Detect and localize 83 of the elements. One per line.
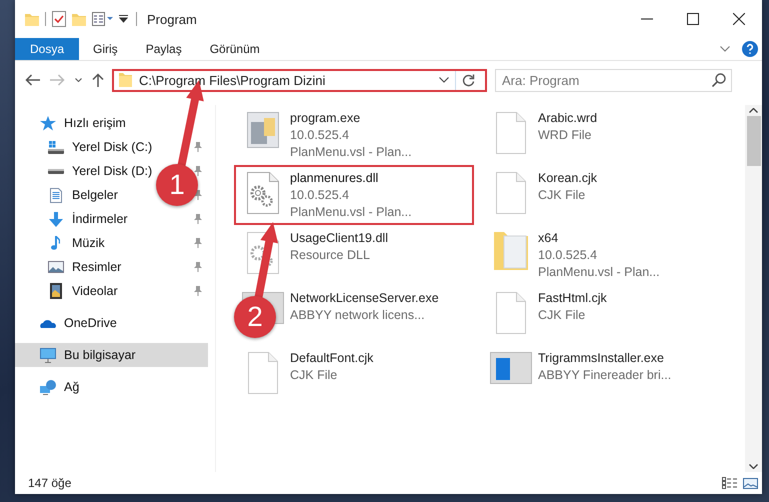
large-icons-view-icon[interactable] [743, 478, 758, 488]
drive-icon [48, 168, 64, 174]
navigation-item[interactable]: Videolar [72, 284, 118, 298]
item-count: 147 öğe [28, 476, 72, 490]
file-detail: 10.0.525.4 [538, 247, 598, 264]
navigation-item[interactable]: İndirmeler [72, 212, 128, 226]
window-title: Program [147, 12, 197, 26]
chevron-down-icon[interactable] [75, 78, 82, 82]
file-detail: Resource DLL [290, 247, 370, 264]
file-icon [248, 352, 278, 394]
file-icon [496, 172, 526, 214]
file-detail: ABBYY Finereader bri... [538, 367, 672, 384]
file-detail: CJK File [290, 367, 338, 384]
navigation-item[interactable]: Müzik [72, 236, 105, 250]
address-field[interactable]: C:\Program Files\Program Dizini [112, 68, 487, 92]
search-field[interactable]: Ara: Program [495, 68, 732, 92]
film-icon [50, 283, 62, 299]
file-detail: 10.0.525.4 [290, 187, 350, 204]
file-detail: WRD File [538, 127, 592, 144]
document-icon [50, 188, 62, 202]
file-name[interactable]: Arabic.wrd [538, 110, 598, 127]
application-icon [247, 112, 279, 148]
navigation-item[interactable]: Hızlı erişim [64, 116, 126, 130]
navigation-item[interactable]: Yerel Disk (C:) [72, 140, 152, 154]
down-arrow-icon [48, 212, 62, 226]
scrollbar-thumb[interactable] [746, 116, 760, 166]
picture-icon [48, 261, 64, 273]
ribbon-tab[interactable]: Görünüm [196, 38, 274, 60]
address-path: C:\Program Files\Program Dizini [139, 72, 326, 88]
help-icon[interactable] [742, 41, 758, 57]
folder-icon [494, 232, 528, 270]
monitor-icon [40, 348, 56, 362]
navigation-item[interactable]: Resimler [72, 260, 122, 274]
ribbon-tab[interactable]: Giriş [79, 38, 132, 60]
file-detail: CJK File [538, 307, 586, 324]
file-detail: CJK File [538, 187, 586, 204]
properties-icon [92, 12, 113, 26]
search-icon[interactable] [712, 72, 726, 86]
file-name[interactable]: x64 [538, 230, 558, 247]
gear-file-icon [247, 172, 279, 214]
file-name[interactable]: NetworkLicenseServer.exe [290, 290, 439, 307]
folder-icon [72, 12, 86, 26]
music-note-icon [51, 236, 60, 250]
folder-icon [119, 73, 132, 87]
network-icon [40, 380, 56, 394]
file-detail: PlanMenu.vsl - Plan... [290, 204, 412, 221]
navigation-item[interactable]: Bu bilgisayar [64, 348, 136, 362]
navigation-item[interactable]: Belgeler [72, 188, 118, 202]
close-icon [733, 13, 745, 25]
file-icon [496, 292, 526, 334]
file-name[interactable]: FastHtml.cjk [538, 290, 607, 307]
up-arrow-icon[interactable] [92, 73, 104, 87]
navigation-item[interactable]: Yerel Disk (D:) [72, 164, 152, 178]
chevron-up-icon[interactable] [749, 108, 758, 113]
caret-down-icon[interactable] [119, 15, 128, 23]
file-detail: 10.0.525.4 [290, 127, 350, 144]
file-name[interactable]: planmenures.dll [290, 170, 378, 187]
file-name[interactable]: Korean.cjk [538, 170, 598, 187]
back-arrow-icon[interactable] [25, 74, 40, 86]
file-name[interactable]: UsageClient19.dll [290, 230, 388, 247]
file-detail: PlanMenu.vsl - Plan... [538, 264, 660, 281]
details-view-icon[interactable] [722, 477, 737, 489]
chevron-down-icon[interactable] [439, 77, 449, 83]
chevron-down-icon[interactable] [749, 464, 758, 469]
cloud-icon [40, 318, 56, 328]
file-name[interactable]: TrigrammsInstaller.exe [538, 350, 664, 367]
chevron-down-icon[interactable] [720, 46, 730, 52]
file-detail: ABBYY network licens... [290, 307, 425, 324]
checklist-icon [52, 11, 66, 27]
file-detail: PlanMenu.vsl - Plan... [290, 144, 412, 161]
ribbon-tab[interactable]: Paylaş [132, 38, 196, 60]
maximize-icon [687, 13, 699, 25]
star-icon [40, 116, 56, 130]
folder-icon [25, 12, 39, 26]
file-name[interactable]: program.exe [290, 110, 360, 127]
file-name[interactable]: DefaultFont.cjk [290, 350, 374, 367]
ribbon-tab[interactable]: Dosya [15, 38, 80, 60]
navigation-item[interactable]: Ağ [64, 380, 80, 394]
navigation-item[interactable]: OneDrive [64, 316, 117, 330]
window-icon [490, 352, 532, 384]
drive-icon [48, 140, 64, 154]
refresh-icon[interactable] [462, 74, 475, 86]
file-icon [496, 112, 526, 154]
